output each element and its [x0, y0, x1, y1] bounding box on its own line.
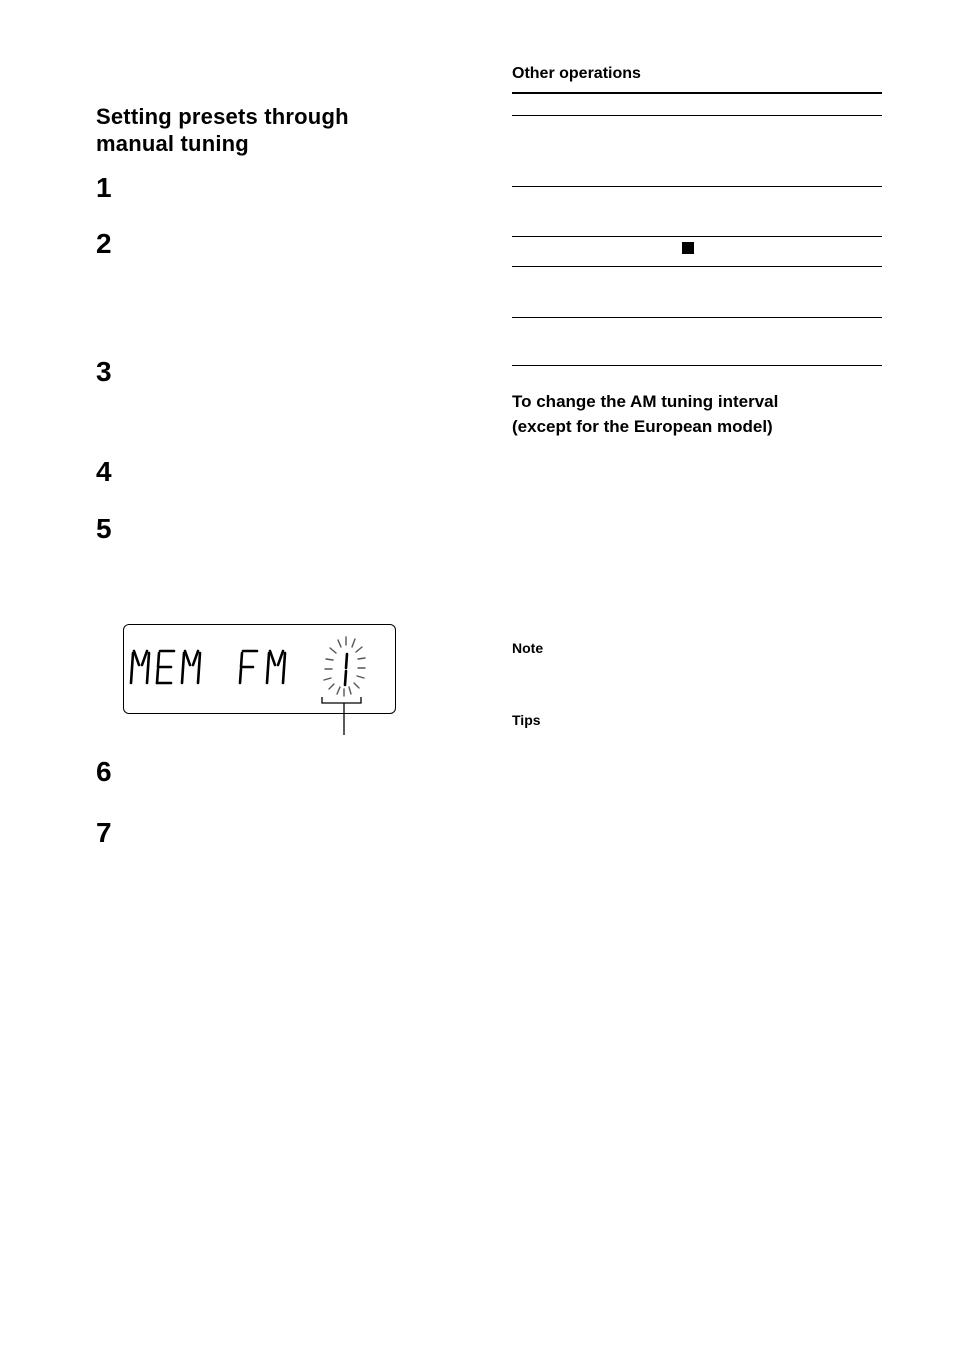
table-rule [512, 236, 882, 237]
blink-rays-icon [323, 636, 366, 697]
callout-bracket [321, 697, 362, 735]
step-number-5: 5 [96, 513, 112, 544]
lcd-preset-number [343, 652, 349, 687]
step-number-3: 3 [96, 356, 112, 387]
am-interval-heading: To change the AM tuning interval (except… [512, 389, 778, 439]
lcd-text-mem-fm [129, 649, 287, 685]
table-bottom-rule [512, 365, 882, 366]
section-heading-line2: manual tuning [96, 131, 249, 156]
table-rule [512, 115, 882, 116]
table-rule [512, 266, 882, 267]
stop-icon [682, 242, 694, 254]
note-label: Note [512, 640, 544, 656]
step-number-1: 1 [96, 172, 112, 203]
step-number-4: 4 [96, 456, 112, 487]
table-rule [512, 186, 882, 187]
tips-label: Tips [512, 712, 541, 728]
step-number-6: 6 [96, 756, 112, 787]
table-top-rule [512, 92, 882, 94]
step-number-2: 2 [96, 228, 112, 259]
am-interval-heading-line1: To change the AM tuning interval [512, 392, 779, 411]
step-number-7: 7 [96, 817, 112, 848]
table-rule [512, 317, 882, 318]
am-interval-heading-line2: (except for the European model) [512, 417, 773, 436]
other-operations-title: Other operations [512, 65, 641, 82]
section-heading: Setting presets through manual tuning [96, 103, 349, 157]
section-heading-line1: Setting presets through [96, 104, 349, 129]
